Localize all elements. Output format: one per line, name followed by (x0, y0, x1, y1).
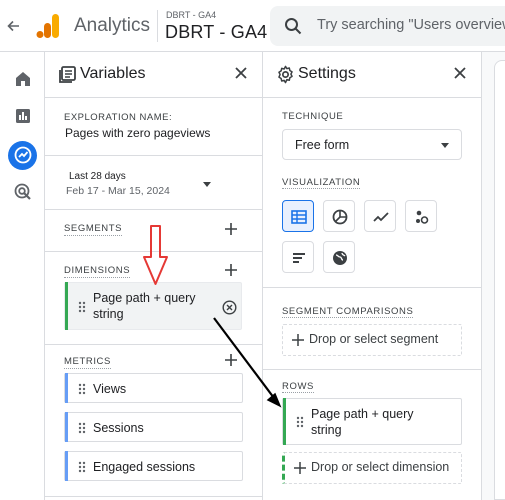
dimension-color-bar (283, 398, 286, 445)
explore-icon[interactable] (12, 144, 34, 166)
viz-scatter-button[interactable] (405, 200, 437, 232)
search-input[interactable]: Try searching "Users overview" (270, 6, 505, 46)
metrics-label: METRICS (64, 356, 111, 369)
metric-label: Sessions (93, 421, 144, 435)
drag-handle-icon[interactable] (78, 461, 86, 473)
metric-color-bar (65, 451, 68, 481)
variables-title: Variables (80, 65, 146, 82)
dimensions-label: DIMENSIONS (64, 265, 131, 278)
technique-label: TECHNIQUE (282, 111, 344, 122)
plus-icon (292, 334, 304, 346)
geo-map-icon (333, 251, 347, 265)
visualization-label: VISUALIZATION (282, 177, 361, 189)
reports-icon[interactable] (12, 105, 34, 127)
row-chip-line1: Page path + query (311, 407, 414, 421)
exploration-canvas (482, 52, 505, 500)
rows-label: ROWS (282, 381, 314, 393)
advertising-icon[interactable] (12, 181, 34, 203)
app-name: Analytics (74, 15, 151, 36)
metric-chip-engaged-sessions[interactable]: Engaged sessions (64, 451, 243, 481)
home-icon[interactable] (12, 68, 34, 90)
technique-select[interactable]: Free form (282, 129, 462, 160)
variables-panel: Variables EXPLORATION NAME: Pages with z… (45, 52, 263, 500)
section-divider (263, 287, 481, 288)
drag-handle-icon[interactable] (78, 422, 86, 434)
dropdown-arrow-icon (441, 143, 449, 148)
scatter-chart-icon (416, 210, 429, 224)
dimension-drop-text: Drop or select dimension (311, 460, 450, 474)
metric-label: Engaged sessions (93, 460, 196, 474)
metrics-section: METRICS Views Sessions Engaged sessions (45, 345, 262, 497)
line-chart-icon (373, 212, 389, 222)
dimension-chip-line1: Page path + query (93, 291, 196, 305)
bar-chart-icon (293, 253, 305, 263)
add-segment-icon[interactable] (224, 222, 238, 236)
table-icon (291, 210, 307, 224)
settings-gear-icon (278, 65, 293, 84)
date-range-value: Feb 17 - Mar 15, 2024 (66, 185, 170, 197)
date-range-section: Last 28 days Feb 17 - Mar 15, 2024 (45, 156, 262, 210)
metric-chip-sessions[interactable]: Sessions (64, 412, 243, 442)
top-bar: Analytics DBRT - GA4 DBRT - GA4 Try sear… (0, 0, 505, 52)
section-divider (263, 369, 481, 370)
row-chip-line2: string (311, 423, 342, 437)
date-range-label: Last 28 days (69, 171, 126, 182)
remove-dimension-icon[interactable] (222, 300, 237, 315)
variables-header: Variables (45, 52, 262, 98)
exploration-name-input[interactable]: Pages with zero pageviews (65, 126, 210, 140)
add-metric-icon[interactable] (224, 353, 238, 367)
date-range-picker[interactable]: Last 28 days Feb 17 - Mar 15, 2024 (58, 165, 216, 203)
dimension-chip-page-path[interactable]: Page path + query string (64, 282, 242, 330)
arrow-back-icon[interactable] (4, 16, 22, 36)
analytics-logo-icon (36, 13, 60, 39)
close-icon[interactable] (451, 64, 469, 82)
dimension-drop-zone[interactable]: Drop or select dimension (282, 452, 462, 484)
exploration-name-label: EXPLORATION NAME: (64, 112, 173, 123)
property-name[interactable]: DBRT - GA4 (165, 22, 267, 43)
drag-handle-icon[interactable] (296, 416, 304, 428)
add-dimension-icon[interactable] (224, 263, 238, 277)
dimension-color-bar (65, 282, 68, 330)
row-chip-page-path[interactable]: Page path + query string (282, 398, 462, 445)
settings-header: Settings (263, 52, 481, 98)
metric-chip-views[interactable]: Views (64, 373, 243, 403)
exploration-name-section: EXPLORATION NAME: Pages with zero pagevi… (45, 98, 262, 156)
viz-table-button[interactable] (282, 200, 314, 232)
segment-drop-zone[interactable]: Drop or select segment (282, 324, 462, 356)
header-divider (157, 10, 158, 42)
segments-section: SEGMENTS (45, 210, 262, 252)
search-placeholder: Try searching "Users overview" (317, 17, 505, 33)
metric-color-bar (65, 412, 68, 442)
donut-chart-icon (332, 209, 348, 225)
close-icon[interactable] (232, 64, 250, 82)
viz-bar-button[interactable] (282, 241, 314, 273)
left-nav-rail (0, 52, 45, 500)
viz-geo-button[interactable] (323, 241, 355, 273)
dropdown-arrow-icon (203, 182, 211, 187)
technique-value: Free form (295, 138, 350, 152)
canvas-tab (494, 60, 505, 500)
drag-handle-icon[interactable] (78, 301, 86, 313)
dimensions-section: DIMENSIONS Page path + query string (45, 252, 262, 345)
settings-title: Settings (298, 65, 356, 82)
segment-drop-text: Drop or select segment (309, 332, 439, 346)
variables-icon (59, 66, 76, 83)
metric-color-bar (65, 373, 68, 403)
account-name[interactable]: DBRT - GA4 (166, 10, 216, 20)
plus-icon (294, 462, 306, 474)
metric-label: Views (93, 382, 127, 396)
settings-panel: Settings TECHNIQUE Free form VISUALIZATI… (263, 52, 482, 500)
drag-handle-icon[interactable] (78, 383, 86, 395)
viz-line-button[interactable] (364, 200, 396, 232)
viz-donut-button[interactable] (323, 200, 355, 232)
segment-comparisons-label: SEGMENT COMPARISONS (282, 306, 414, 318)
search-icon (285, 18, 302, 35)
segments-label: SEGMENTS (64, 223, 123, 236)
dimension-chip-line2: string (93, 307, 124, 321)
